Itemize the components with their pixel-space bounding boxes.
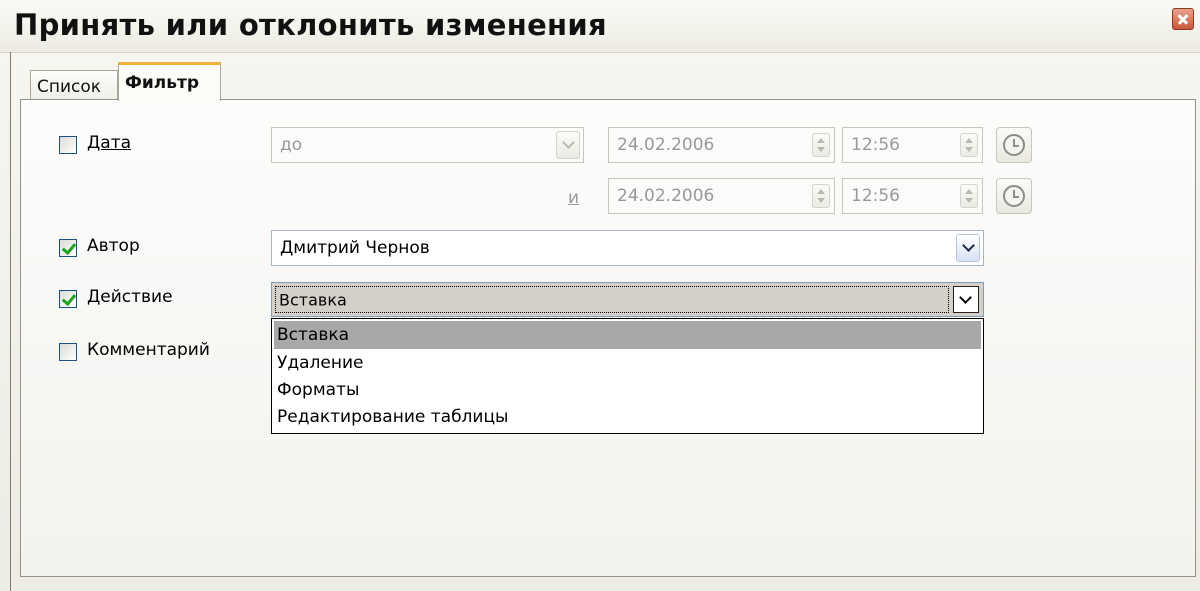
author-checkbox[interactable] xyxy=(59,239,77,257)
chevron-down-icon[interactable] xyxy=(956,234,980,262)
start-time-field[interactable]: 12:56 xyxy=(842,127,983,163)
list-item[interactable]: Вставка xyxy=(274,321,981,349)
action-select[interactable]: Вставка xyxy=(271,282,984,317)
start-date-value: 24.02.2006 xyxy=(617,135,715,155)
author-value: Дмитрий Чернов xyxy=(280,238,430,258)
end-date-field[interactable]: 24.02.2006 xyxy=(608,178,835,214)
spinner-icon[interactable] xyxy=(960,133,978,157)
dialog-title: Принять или отклонить изменения xyxy=(14,8,607,42)
start-date-field[interactable]: 24.02.2006 xyxy=(608,127,835,163)
comment-label: Комментарий xyxy=(87,340,210,360)
action-checkbox[interactable] xyxy=(59,290,77,308)
and-label: и xyxy=(568,188,580,208)
tab-filter[interactable]: Фильтр xyxy=(118,62,221,101)
date-checkbox[interactable] xyxy=(59,136,77,154)
frame-border xyxy=(10,52,11,591)
title-bar: Принять или отклонить изменения xyxy=(0,0,1200,53)
clock-icon xyxy=(1003,185,1025,207)
chevron-down-icon[interactable] xyxy=(556,131,580,159)
end-date-value: 24.02.2006 xyxy=(617,186,715,206)
clock-icon xyxy=(1003,134,1025,156)
action-value: Вставка xyxy=(279,290,347,309)
spinner-icon[interactable] xyxy=(812,133,830,157)
set-current-time-button[interactable] xyxy=(996,127,1032,163)
tab-list[interactable]: Список xyxy=(30,70,118,100)
action-label: Действие xyxy=(87,287,173,307)
start-time-value: 12:56 xyxy=(851,135,900,155)
spinner-icon[interactable] xyxy=(960,184,978,208)
close-icon[interactable] xyxy=(1172,8,1194,30)
end-time-field[interactable]: 12:56 xyxy=(842,178,983,214)
end-time-value: 12:56 xyxy=(851,186,900,206)
action-dropdown-list[interactable]: Вставка Удаление Форматы Редактирование … xyxy=(271,318,984,434)
date-label-text: Дата xyxy=(87,133,132,153)
date-label: Дата xyxy=(87,133,131,153)
list-item[interactable]: Редактирование таблицы xyxy=(274,403,981,431)
author-select[interactable]: Дмитрий Чернов xyxy=(271,230,984,266)
spinner-icon[interactable] xyxy=(812,184,830,208)
comment-checkbox[interactable] xyxy=(59,343,77,361)
dialog-window: Принять или отклонить изменения Список Ф… xyxy=(0,0,1200,591)
set-current-time-button[interactable] xyxy=(996,178,1032,214)
focus-outline xyxy=(275,286,949,313)
date-condition-value: до xyxy=(280,135,303,155)
chevron-down-icon[interactable] xyxy=(953,286,979,313)
date-condition-select[interactable]: до xyxy=(271,127,584,163)
author-label: Автор xyxy=(87,236,140,256)
list-item[interactable]: Удаление xyxy=(274,349,981,377)
list-item[interactable]: Форматы xyxy=(274,376,981,404)
